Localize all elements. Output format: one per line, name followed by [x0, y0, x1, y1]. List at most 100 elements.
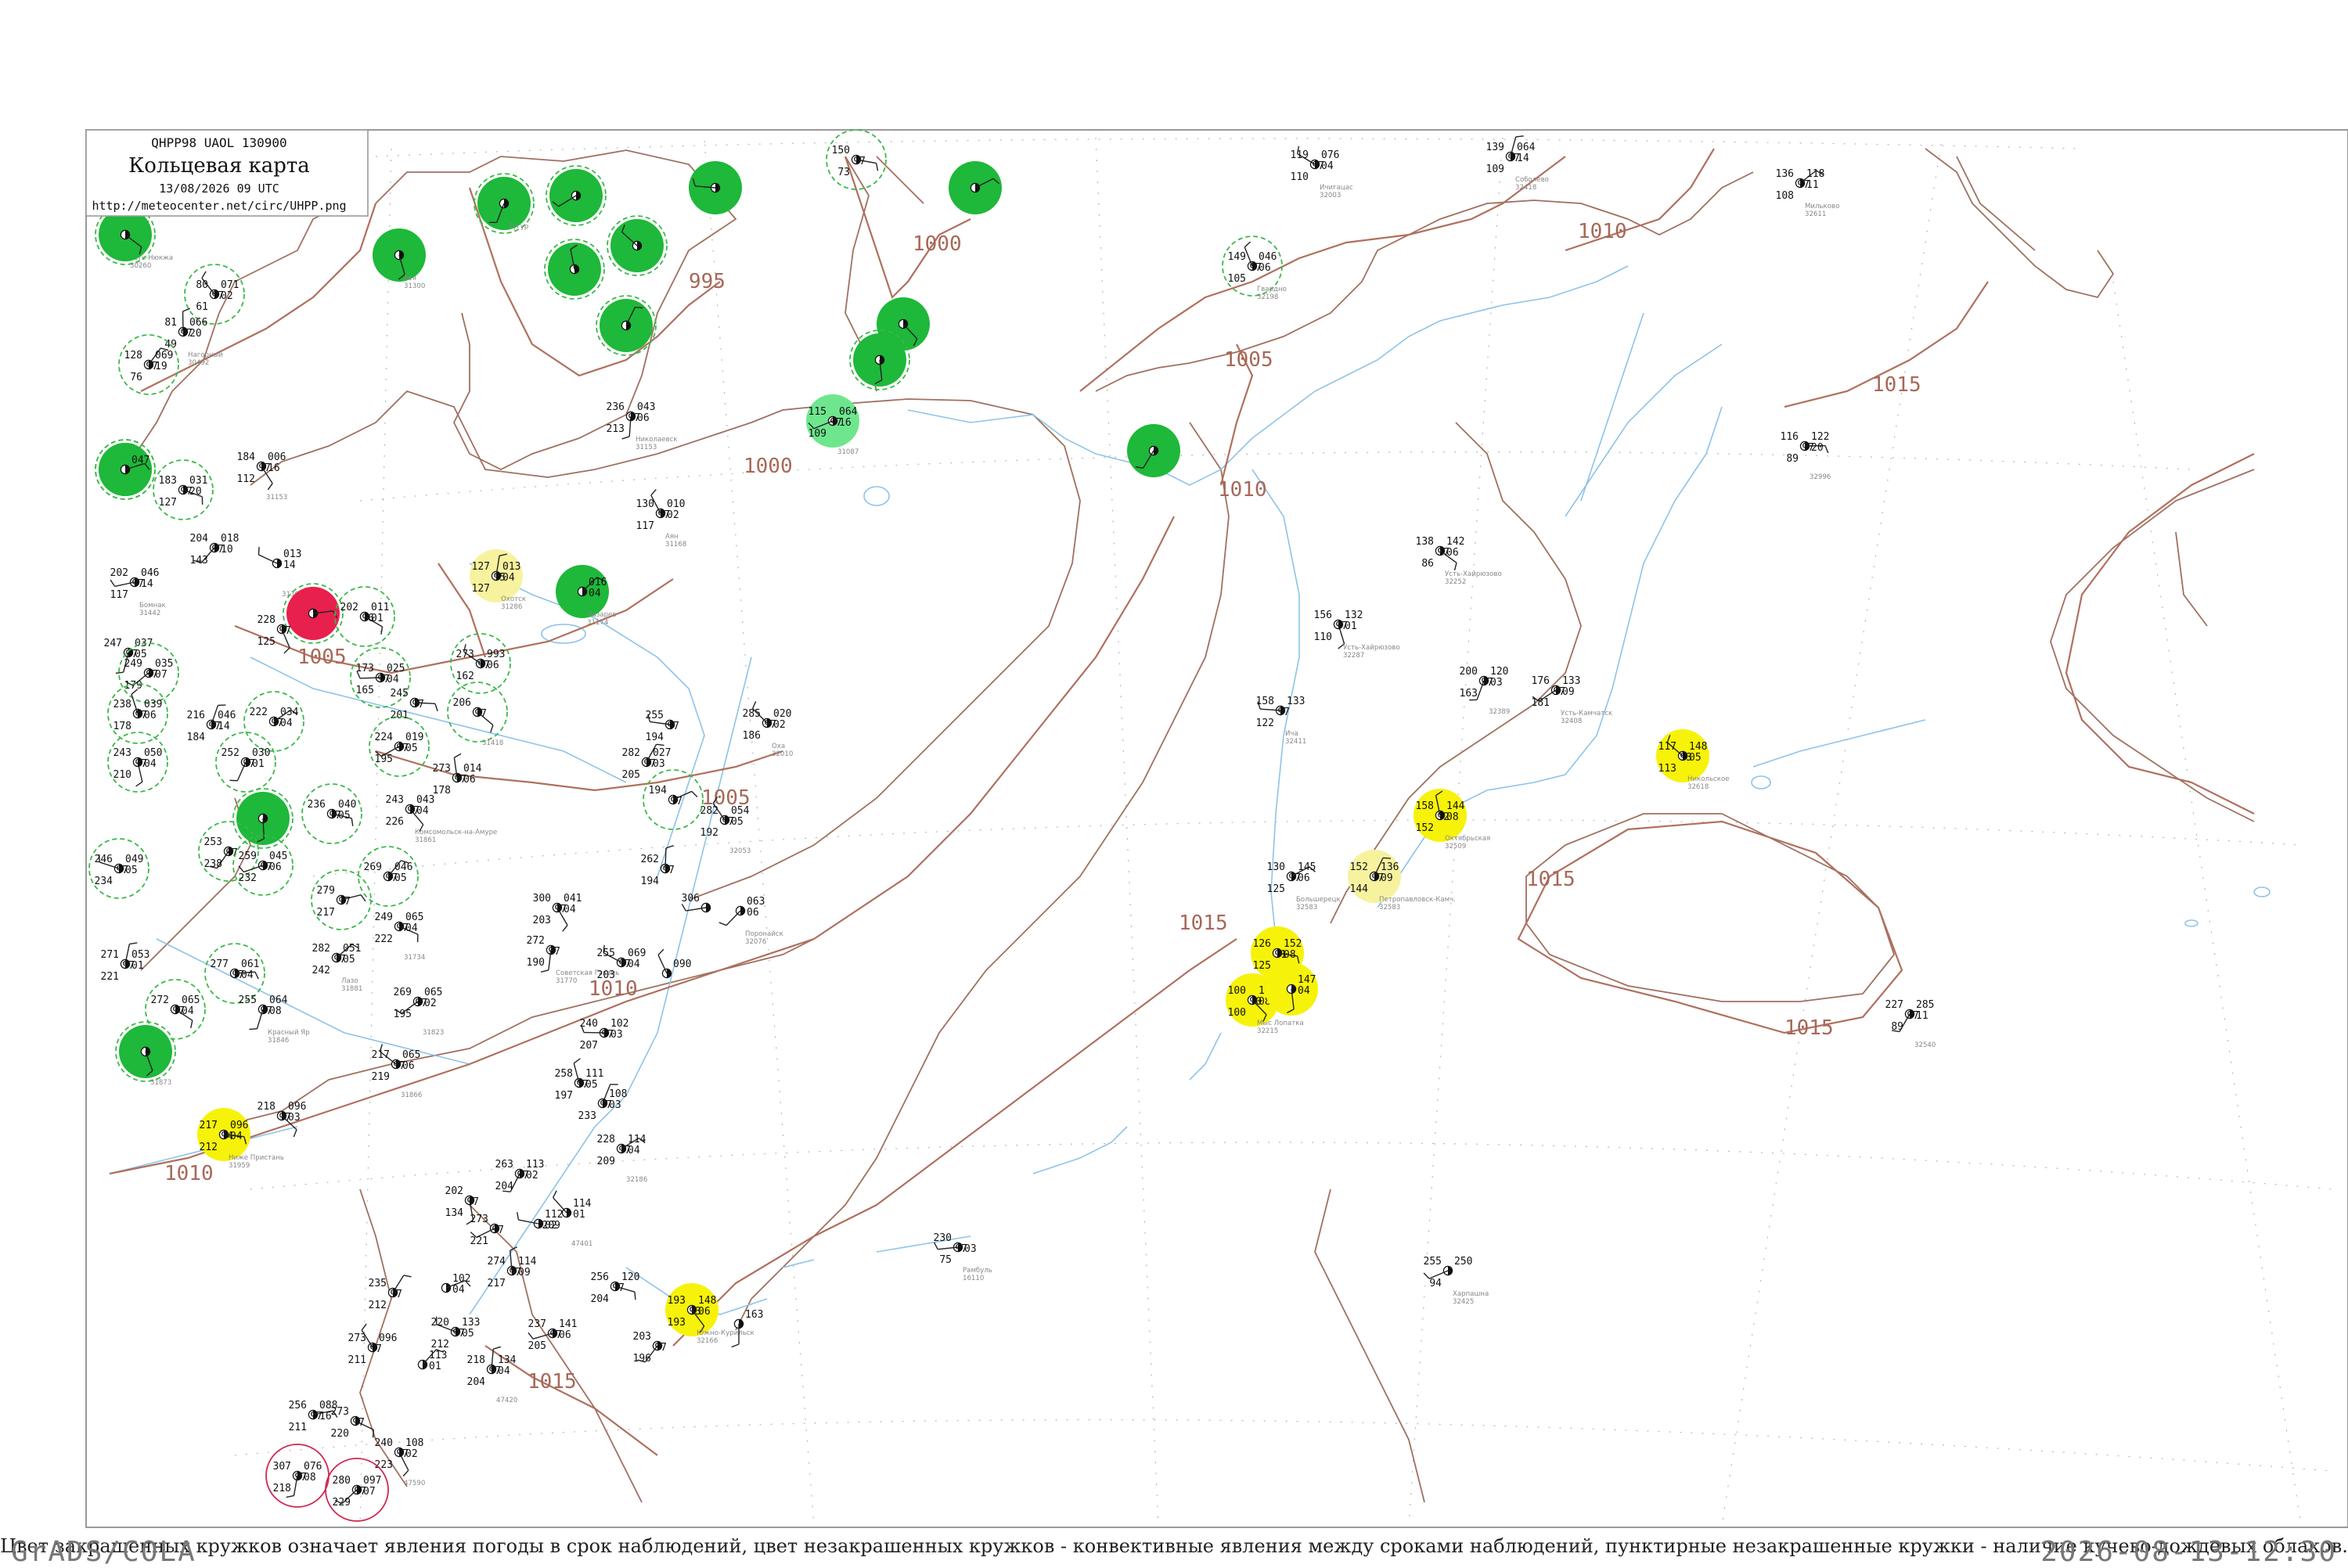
station-s76[interactable]: 2589719711105 — [555, 1059, 604, 1102]
station-s83[interactable]: 27397221 — [470, 1214, 504, 1247]
station-s32[interactable]: 22897125 — [257, 614, 291, 653]
station-s06[interactable] — [689, 161, 742, 214]
station-s103[interactable]: 230977503Рамбуль16110 — [934, 1232, 992, 1282]
station-s40[interactable]: 24597201 — [391, 688, 438, 721]
station-s75[interactable]: 217972190650631866 — [372, 1044, 423, 1099]
station-s48[interactable]: 2829720502703 — [622, 744, 672, 781]
station-s57[interactable]: 26297194 — [641, 846, 675, 887]
station-s114[interactable]: 1179311314805Никольское32618 — [1656, 729, 1730, 791]
station-s87[interactable]: 23597212 — [369, 1275, 412, 1311]
station-s120[interactable]: 14704 — [1265, 962, 1318, 1016]
station-s20[interactable]: 047 — [95, 440, 155, 499]
station-s86[interactable]: 2749721711409 — [488, 1247, 537, 1289]
station-s85[interactable]: 2091140147401 — [542, 1191, 593, 1248]
station-s106[interactable]: 1399710906414Соболево32418 — [1486, 136, 1549, 192]
station-s78[interactable]: 228972091140432186 — [597, 1134, 648, 1184]
station-s50[interactable]: 2369704005 — [302, 784, 362, 843]
station-s89[interactable]: 25697204120 — [591, 1271, 640, 1305]
station-s95[interactable]: 27397211096 — [348, 1324, 398, 1366]
station-s96[interactable]: 218972041340447420 — [467, 1347, 518, 1404]
station-value: 07 — [363, 1486, 376, 1498]
station-s58[interactable]: 2699704605 — [358, 847, 418, 906]
station-s67[interactable]: 2719722105301 — [101, 943, 150, 983]
station-s45[interactable]: 25597194 — [646, 710, 679, 743]
station-s23[interactable]: 2369721304306Николаевск31153 — [607, 401, 678, 451]
station-s11[interactable]: 1509773 — [826, 130, 886, 189]
station-s07[interactable] — [607, 216, 667, 275]
station-s18[interactable]: 81974906620Нагорный30492 — [164, 308, 223, 367]
station-s55[interactable]: 2469723404905 — [89, 839, 149, 898]
station-s43[interactable]: 2529703001 — [216, 732, 275, 792]
station-s27[interactable]: 1309711701002Аян31168 — [636, 489, 687, 548]
station-s61[interactable]: 3009720304104 — [533, 893, 582, 931]
station-s14[interactable] — [1127, 424, 1180, 477]
station-s82[interactable]: 2639720411302 — [495, 1159, 545, 1192]
station-s80[interactable]: 2189709603 — [257, 1101, 307, 1137]
station-s90[interactable]: 1939319314806Южно-Курильск32166 — [665, 1283, 754, 1345]
station-s05[interactable] — [546, 166, 606, 225]
station-s29[interactable]: 01604Лазарев31174 — [556, 565, 616, 627]
station-s111[interactable]: 200971631200332389 — [1460, 666, 1511, 716]
station-s117[interactable]: 1309712514506Большерецк32583 — [1267, 861, 1341, 912]
station-s41[interactable]: 2069731418 — [448, 682, 507, 747]
station-s102[interactable]: 2809722909707 — [326, 1458, 388, 1521]
station-s26[interactable]: 0131431369 — [258, 547, 303, 599]
station-s47[interactable]: 2739717801406 — [433, 753, 482, 797]
station-s73[interactable]: 269971950650231823 — [394, 987, 445, 1037]
station-s10[interactable] — [949, 161, 1002, 214]
station-s79[interactable]: 2179421209604Ниже Пристань31959 — [197, 1108, 284, 1170]
station-s60[interactable]: 249972220650431734 — [375, 912, 426, 962]
station-s63[interactable]: 06306Поронайск32076 — [719, 896, 783, 946]
station-s39[interactable]: 2229703404 — [244, 692, 304, 751]
station-s65[interactable]: 2559720306904 — [597, 945, 646, 981]
station-s03[interactable]: Зея31300 — [373, 228, 426, 290]
station-s94[interactable]: 2209721213305 — [431, 1317, 481, 1350]
station-s31[interactable]: 2029601101 — [335, 587, 394, 646]
station-s115[interactable]: 1589215214408Октябрьская32509 — [1413, 789, 1490, 851]
header-url[interactable]: http://meteocenter.net/circ/UHPP.png — [92, 199, 346, 213]
station-s21[interactable]: 1839712703120 — [153, 460, 213, 520]
station-value: 133 — [462, 1317, 480, 1329]
station-number: 30260 — [130, 262, 151, 270]
station-s25[interactable]: 2029711704614Бомнак31442 — [110, 567, 166, 617]
station-s66[interactable]: 090 — [658, 949, 691, 977]
station-s59[interactable]: 27997217 — [312, 870, 371, 930]
station-s122[interactable]: 25594250Харпашна32425 — [1424, 1256, 1489, 1306]
station-s15[interactable]: 115971090641631087 — [806, 394, 859, 456]
station-s24[interactable]: 2049714301810 — [190, 533, 239, 566]
station-s99[interactable]: 27397220 — [331, 1406, 374, 1440]
station-s08[interactable] — [545, 239, 604, 299]
station-s97[interactable]: 11301 — [418, 1350, 447, 1372]
station-s110[interactable]: 1569711013201Усть-Хайрюзово32287 — [1314, 610, 1400, 660]
station-value: 016 — [589, 577, 607, 588]
station-s28[interactable]: 1279512701304Охотск31286 — [470, 549, 526, 611]
station-s09[interactable] — [596, 296, 656, 355]
station-number: 31861 — [415, 836, 436, 844]
station-s51[interactable]: 2439722604304Комсомольск-на-Амуре31861 — [386, 794, 498, 844]
station-s104[interactable]: 1199711007604Ичигацас32003 — [1291, 146, 1353, 200]
station-s101[interactable]: 3079721807608 — [266, 1444, 329, 1507]
station-s46[interactable]: 2859718602002Оха32010 — [743, 701, 794, 758]
station-s108[interactable]: 11697891222032996 — [1781, 431, 1831, 481]
station-s17[interactable]: 80976107102 — [185, 264, 244, 324]
station-s74[interactable]: 2409720710203 — [580, 1018, 629, 1052]
station-s92[interactable]: 20397196 — [633, 1331, 667, 1365]
station-s71[interactable]: 31873 — [116, 1022, 175, 1087]
station-s64[interactable]: 306 — [682, 893, 711, 912]
station-s113[interactable]: 15897122133Ича32411 — [1256, 696, 1307, 746]
station-s72[interactable]: 2559706408Красный Яр31846 — [239, 994, 310, 1045]
station-s112[interactable]: 1769718113309Усть-Камчатск32408 — [1532, 675, 1613, 725]
station-s37[interactable]: 2389717803906 — [108, 684, 167, 743]
station-s44[interactable]: 2249719501905 — [369, 717, 429, 776]
station-s68[interactable]: 2829724205105Лазо31881 — [312, 943, 363, 993]
station-s42[interactable]: 2439721005004 — [108, 732, 167, 792]
station-s121[interactable]: 22797892851132540 — [1885, 999, 1936, 1049]
station-s116[interactable]: 1529714413609Петропавловск-Камч.32583 — [1348, 850, 1456, 912]
station-s107[interactable]: 1369710811811Мильково32611 — [1776, 168, 1840, 218]
station-s04[interactable]: Тугур — [474, 174, 534, 233]
station-s88[interactable]: 10204 — [441, 1273, 470, 1296]
station-s93[interactable]: 2379720514106 — [528, 1318, 578, 1352]
station-s100[interactable]: 240972231080247590 — [375, 1437, 426, 1487]
station-s109[interactable]: 138978614206Усть-Хайрюзово32252 — [1416, 536, 1502, 586]
station-s52[interactable] — [233, 789, 293, 848]
